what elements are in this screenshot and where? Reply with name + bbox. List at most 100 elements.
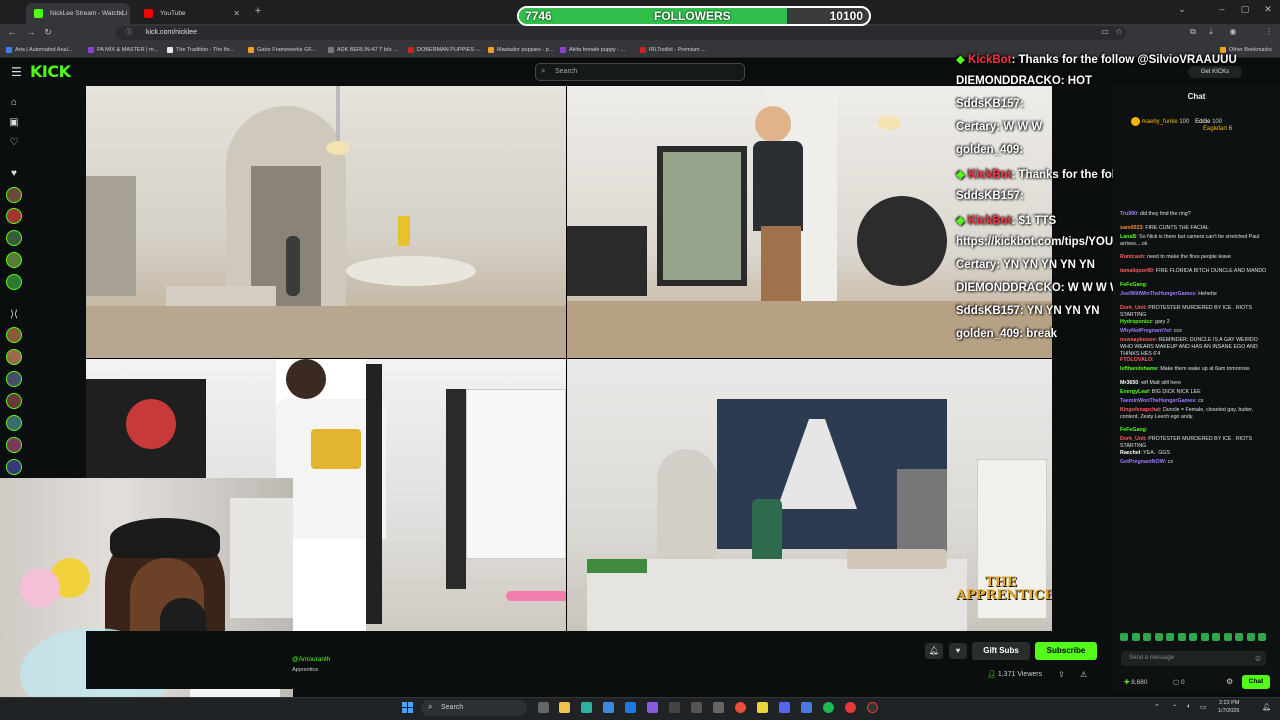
emote-icon[interactable] [1200,633,1209,641]
bookmark-item[interactable]: Akita female puppy - ... [560,45,625,55]
notification-bell-icon[interactable]: 🔔︎ [925,643,943,659]
chat-settings-gear-icon[interactable]: ⚙ [1226,677,1233,686]
emote-icon[interactable] [1143,633,1151,641]
discord-icon[interactable] [779,702,790,713]
channel-points[interactable]: ✚ 8,680 [1124,678,1148,686]
chat-username[interactable]: nowsayboooo [1120,337,1156,343]
emote-icon[interactable] [1235,633,1243,641]
obs-icon[interactable] [867,702,878,713]
emote-icon[interactable] [1120,633,1128,641]
notification-center-icon[interactable]: 🔔︎ [1262,703,1271,711]
emote-picker-icon[interactable]: ☺ [1254,654,1262,663]
tray-chevron-icon[interactable]: ⌃ [1154,703,1160,711]
avatar[interactable] [6,208,22,224]
emote-icon[interactable] [1166,633,1174,641]
profile-icon[interactable]: ◉ [1226,27,1240,36]
gift-subs-button[interactable]: Gift Subs [972,642,1030,660]
avatar[interactable] [6,437,22,453]
task-view-icon[interactable] [538,702,549,713]
chat-username[interactable]: sam0023 [1120,225,1142,231]
following-icon[interactable]: ♡ [8,137,20,148]
network-icon[interactable]: ◔ [1172,703,1176,710]
chat-message-input[interactable]: Send a message [1121,651,1266,666]
bookmark-item[interactable]: Aria | Automated Anal... [6,45,72,55]
avatar[interactable] [6,252,22,268]
taskbar-app-icon[interactable] [691,702,702,713]
volume-icon[interactable]: ◖ [1186,703,1190,710]
site-info-icon[interactable]: ⓘ [122,27,136,37]
chat-username[interactable]: EnergyLeaf [1120,389,1149,395]
downloads-icon[interactable]: ⤓ [1204,27,1218,37]
maximize-icon[interactable]: ▢ [1235,4,1255,15]
minimize-icon[interactable]: – [1212,4,1232,14]
taskbar-clock[interactable]: 2:22 PM 1/7/2026 [1218,699,1239,715]
chat-username[interactable]: Mr3650 [1120,380,1138,386]
chat-username[interactable]: WhyNotPregnantYet [1120,328,1171,334]
spotify-icon[interactable] [823,702,834,713]
avatar[interactable] [6,187,22,203]
avatar[interactable] [6,459,22,475]
tab-youtube[interactable]: YouTube ✕ [136,3,246,24]
avatar[interactable] [6,349,22,365]
bookmark-star-icon[interactable]: ☆ [1112,27,1126,36]
taskbar-app-icon[interactable] [845,702,856,713]
taskbar-app-icon[interactable] [713,702,724,713]
chat-username[interactable]: FeFeGang [1120,427,1146,433]
file-explorer-icon[interactable] [559,702,570,713]
taskbar-app-icon[interactable] [669,702,680,713]
subscribe-button[interactable]: Subscribe [1035,642,1097,660]
emote-icon[interactable] [1177,633,1186,641]
back-icon[interactable]: ← [5,27,19,37]
taskbar-app-icon[interactable] [581,702,592,713]
close-tab-icon[interactable]: ✕ [117,3,124,24]
emote-icon[interactable] [1154,633,1163,641]
avatar[interactable] [6,230,22,246]
emote-icon[interactable] [1246,633,1255,641]
report-icon[interactable]: ⚠ [1080,670,1087,679]
chrome-icon[interactable] [735,702,746,713]
follow-heart-icon[interactable]: ♥ [949,643,967,659]
bookmark-item[interactable]: ADK BERLIN-47 T b/o ... [328,45,398,55]
avatar[interactable] [6,415,22,431]
chat-username[interactable]: Kingofsnapchat [1120,407,1160,413]
new-tab-icon[interactable]: + [251,4,265,18]
chat-username[interactable]: Hydroponicz [1120,319,1152,325]
bookmark-item[interactable]: IRLToolkit - Premium ... [640,45,706,55]
chat-username[interactable]: TaeminWonTheHungerGames [1120,398,1195,404]
tab-search-icon[interactable]: ⌄ [1172,4,1192,15]
chat-username[interactable]: GetPregnantNOW [1120,459,1165,465]
emote-icon[interactable] [1258,633,1266,641]
taskbar-app-icon[interactable] [647,702,658,713]
chat-username[interactable]: tamaliquor89 [1120,268,1153,274]
battery-icon[interactable]: ▭ [1200,703,1207,711]
bookmark-item[interactable]: PA MIX & MASTER | m... [88,45,158,55]
bookmark-item[interactable]: Mastador puppies - p... [488,45,553,55]
chat-username[interactable]: Dork_Unit [1120,436,1145,442]
bookmark-item[interactable]: DOBERMAN PUPPIES -... [408,45,482,55]
close-tab-icon[interactable]: ✕ [233,3,240,24]
kick-logo[interactable]: KICK [30,62,71,81]
bookmark-item[interactable]: The Tradition - The fin... [167,45,234,55]
menu-icon[interactable]: ☰ [11,65,22,79]
chat-username[interactable]: Runtcash [1120,254,1144,260]
extensions-icon[interactable]: ⧉ [1186,27,1200,37]
share-icon[interactable]: ⇪ [1058,670,1065,679]
streamer-username[interactable]: @Amouranth [292,656,330,663]
avatar[interactable] [6,393,22,409]
browser-menu-icon[interactable]: ⋮ [1262,27,1276,36]
chat-username[interactable]: Raechel [1120,450,1140,456]
avatar[interactable] [6,371,22,387]
chat-username[interactable]: Tru990 [1120,211,1137,217]
chat-username[interactable]: LanaB [1120,234,1136,240]
kicks-balance[interactable]: ▢ 0 [1173,678,1185,686]
emote-icon[interactable] [1189,633,1197,641]
window-close-icon[interactable]: ✕ [1258,4,1278,15]
taskbar-app-icon[interactable] [757,702,768,713]
forward-icon[interactable]: → [24,27,38,37]
chat-username[interactable]: lefthandshame [1120,366,1157,372]
chat-username[interactable]: Dork_Unit [1120,305,1145,311]
url-input[interactable]: kick.com/nicklee [116,26,1126,40]
chat-username[interactable]: FTOLOVALO [1120,357,1152,363]
edge-icon[interactable] [625,702,636,713]
windows-start-icon[interactable] [402,702,413,713]
